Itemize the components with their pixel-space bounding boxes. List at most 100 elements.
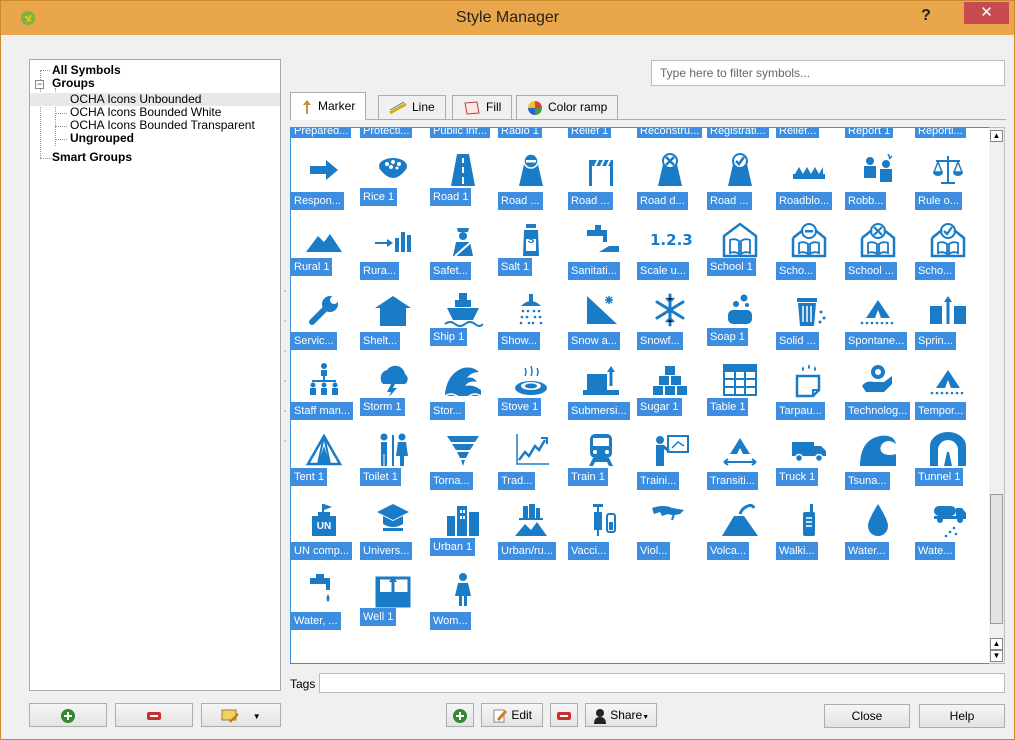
symbol-item[interactable]: Tempor... bbox=[915, 356, 981, 422]
symbol-item[interactable]: Road d... bbox=[637, 146, 703, 212]
group-tree[interactable]: All Symbols − Groups OCHA Icons Unbounde… bbox=[29, 59, 281, 691]
symbol-item[interactable]: School 1 bbox=[707, 216, 773, 282]
symbol-item[interactable]: Traini... bbox=[637, 426, 703, 492]
symbol-item[interactable]: Road ... bbox=[568, 146, 634, 212]
symbol-item[interactable]: Robb... bbox=[845, 146, 911, 212]
tree-item-smart-groups[interactable]: Smart Groups bbox=[52, 151, 132, 164]
symbol-item[interactable]: Tunnel 1 bbox=[915, 426, 981, 492]
symbol-item[interactable]: Solid ... bbox=[776, 286, 842, 352]
symbol-item[interactable]: Water, ... bbox=[291, 566, 357, 632]
title-help-button[interactable]: ? bbox=[906, 5, 946, 29]
scroll-down-arrow-icon[interactable]: ▼ bbox=[990, 650, 1003, 662]
symbol-item[interactable]: Vacci... bbox=[568, 496, 634, 562]
symbol-item[interactable]: Torna... bbox=[430, 426, 496, 492]
symbol-item[interactable]: Trad... bbox=[498, 426, 564, 492]
symbol-item[interactable]: Snowf... bbox=[637, 286, 703, 352]
window-close-button[interactable]: ✕ bbox=[964, 2, 1009, 24]
tree-guide-line bbox=[55, 139, 67, 140]
symbol-item[interactable]: Table 1 bbox=[707, 356, 773, 422]
symbol-item[interactable]: Snow a... bbox=[568, 286, 634, 352]
symbol-item[interactable]: Rule o... bbox=[915, 146, 981, 212]
symbol-item[interactable]: Stove 1 bbox=[498, 356, 564, 422]
symbol-item[interactable]: S Salt 1 bbox=[498, 216, 564, 282]
tab-marker[interactable]: Marker bbox=[290, 92, 367, 120]
scroll-up-arrow-icon[interactable]: ▲ bbox=[990, 130, 1003, 142]
symbol-item[interactable]: Sanitati... bbox=[568, 216, 634, 282]
symbol-item[interactable]: Spontane... bbox=[845, 286, 911, 352]
symbol-item[interactable]: Transiti... bbox=[707, 426, 773, 492]
symbol-item[interactable]: Well 1 bbox=[360, 566, 426, 632]
symbol-item[interactable]: Tarpau... bbox=[776, 356, 842, 422]
symbol-item[interactable]: Rice 1 bbox=[360, 146, 426, 212]
symbol-item[interactable]: Respon... bbox=[291, 146, 357, 212]
symbol-item[interactable]: Tsuna... bbox=[845, 426, 911, 492]
symbol-item[interactable]: Rural 1 bbox=[291, 216, 357, 282]
symbol-item[interactable]: Train 1 bbox=[568, 426, 634, 492]
symbol-label: Road ... bbox=[707, 192, 752, 210]
symbol-item[interactable]: Volca... bbox=[707, 496, 773, 562]
symbol-label: Sprin... bbox=[915, 332, 956, 350]
symbol-item[interactable]: Stor... bbox=[430, 356, 496, 422]
add-symbol-button[interactable] bbox=[446, 703, 474, 727]
symbol-item[interactable]: Roadblo... bbox=[776, 146, 842, 212]
symbol-item[interactable]: Rura... bbox=[360, 216, 426, 282]
help-button[interactable]: Help bbox=[919, 704, 1005, 728]
scroll-thumb[interactable] bbox=[990, 494, 1003, 624]
tab-fill[interactable]: Fill bbox=[452, 95, 513, 119]
symbol-filter-input[interactable] bbox=[651, 60, 1005, 86]
symbol-item[interactable]: Storm 1 bbox=[360, 356, 426, 422]
symbol-item[interactable]: Technolog... bbox=[845, 356, 911, 422]
symbol-item[interactable]: Scho... bbox=[915, 216, 981, 282]
edit-symbol-button[interactable]: Edit bbox=[481, 703, 543, 727]
symbol-item[interactable]: Wate... bbox=[915, 496, 981, 562]
symbol-item[interactable]: Submersi... bbox=[568, 356, 634, 422]
scroll-up-arrow-icon[interactable]: ▲ bbox=[990, 638, 1003, 650]
symbol-item[interactable]: Univers... bbox=[360, 496, 426, 562]
symbol-item[interactable]: Toilet 1 bbox=[360, 426, 426, 492]
symbol-item[interactable]: Shelt... bbox=[360, 286, 426, 352]
add-group-button[interactable] bbox=[29, 703, 107, 727]
tab-color-ramp[interactable]: Color ramp bbox=[516, 95, 619, 119]
symbol-grid-scrollbar[interactable]: ▲ ▲ ▼ bbox=[989, 127, 1005, 664]
symbol-item[interactable]: Servic... bbox=[291, 286, 357, 352]
symbol-item[interactable]: Urban 1 bbox=[430, 496, 496, 562]
tree-item-ungrouped[interactable]: Ungrouped bbox=[70, 132, 134, 145]
symbol-item[interactable]: Water... bbox=[845, 496, 911, 562]
tags-input[interactable] bbox=[319, 673, 1005, 693]
symbol-item[interactable]: Road ... bbox=[707, 146, 773, 212]
symbol-item[interactable]: Scho... bbox=[776, 216, 842, 282]
symbol-item[interactable]: Soap 1 bbox=[707, 286, 773, 352]
remove-group-button[interactable] bbox=[115, 703, 193, 727]
trad-icon bbox=[511, 432, 551, 468]
symbol-item[interactable]: Urban/ru... bbox=[498, 496, 564, 562]
symbol-item[interactable]: Sprin... bbox=[915, 286, 981, 352]
symbol-item[interactable]: Viol... bbox=[637, 496, 703, 562]
symbol-label: Toilet 1 bbox=[360, 468, 401, 486]
symbol-item[interactable]: Truck 1 bbox=[776, 426, 842, 492]
symbol-item[interactable]: Road ... bbox=[498, 146, 564, 212]
symbol-item[interactable]: Road 1 bbox=[430, 146, 496, 212]
symbol-item[interactable]: Wom... bbox=[430, 566, 496, 632]
splitter-handle[interactable] bbox=[282, 281, 288, 461]
symbol-item[interactable]: Tent 1 bbox=[291, 426, 357, 492]
symbol-item[interactable]: Safet... bbox=[430, 216, 496, 282]
symbol-item[interactable]: Ship 1 bbox=[430, 286, 496, 352]
share-menu-button[interactable]: Share▼ bbox=[585, 703, 657, 727]
symbol-label: Rura... bbox=[360, 262, 400, 280]
group-actions-menu-button[interactable]: ▼ bbox=[201, 703, 281, 727]
symbol-item[interactable]: UN UN comp... bbox=[291, 496, 357, 562]
close-button[interactable]: Close bbox=[824, 704, 910, 728]
remove-symbol-button[interactable] bbox=[550, 703, 578, 727]
symbol-item[interactable]: Staff man... bbox=[291, 356, 357, 422]
groups-collapse-icon[interactable]: − bbox=[35, 80, 44, 89]
symbol-item[interactable]: Show... bbox=[498, 286, 564, 352]
tree-item-groups[interactable]: Groups bbox=[52, 77, 95, 90]
symbol-item[interactable]: 1.2.3 Scale u... bbox=[637, 216, 703, 282]
tab-line[interactable]: Line bbox=[378, 95, 446, 119]
title-bar[interactable]: Style Manager ? ✕ bbox=[1, 1, 1014, 35]
symbol-grid[interactable]: Prepared... Protecti... Public inf... Radio… bbox=[290, 127, 990, 664]
water-icon bbox=[858, 502, 898, 538]
symbol-item[interactable]: Sugar 1 bbox=[637, 356, 703, 422]
symbol-item[interactable]: School ... bbox=[845, 216, 911, 282]
symbol-item[interactable]: Walki... bbox=[776, 496, 842, 562]
